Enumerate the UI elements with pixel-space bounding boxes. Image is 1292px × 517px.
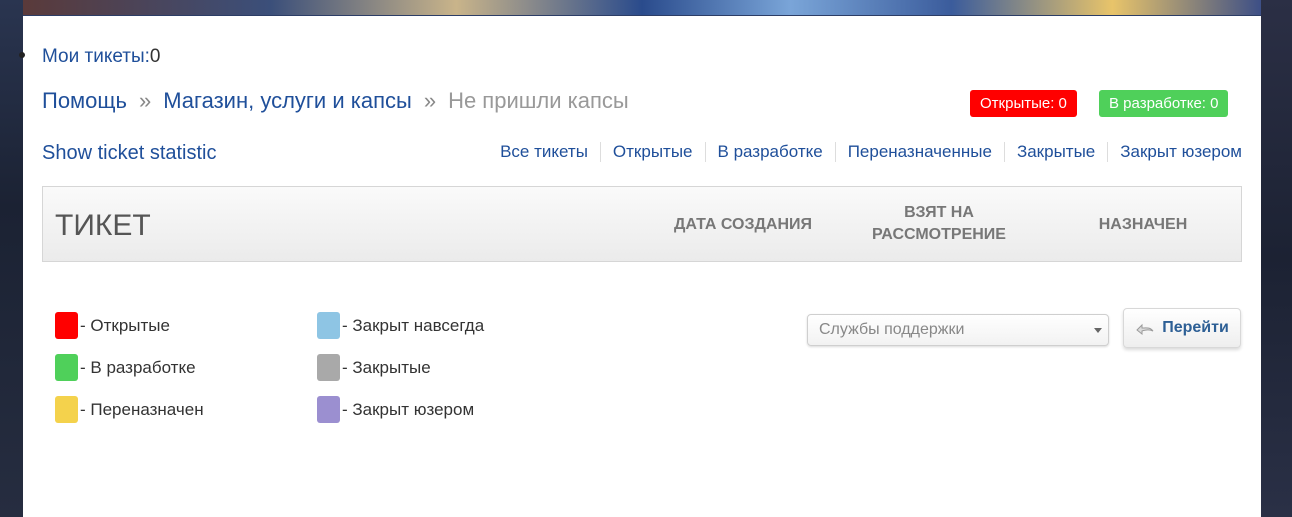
legend-swatch (55, 396, 78, 423)
legend-item-open: - Открытые (55, 312, 170, 339)
open-count-badge: Открытые: 0 (970, 90, 1077, 117)
list-bullet (19, 52, 25, 58)
support-service-select[interactable]: Службы поддержки (807, 314, 1109, 346)
header-banner-image (23, 0, 1261, 16)
breadcrumb-item-help[interactable]: Помощь (42, 88, 127, 113)
legend-label: - Открытые (80, 315, 170, 335)
breadcrumb: Помощь » Магазин, услуги и капсы » Не пришли… (42, 88, 629, 114)
return-arrow-icon (1136, 323, 1154, 335)
column-ticket: ТИКЕТ (55, 209, 151, 242)
filter-closed[interactable]: Закрытые (1003, 142, 1107, 162)
filter-reassigned[interactable]: Переназначенные (834, 142, 1004, 162)
breadcrumb-separator: » (423, 88, 437, 113)
background-right (1261, 0, 1292, 517)
chevron-down-icon (1094, 328, 1102, 333)
legend-item-in-dev: - В разработке (55, 354, 196, 381)
legend-swatch (317, 354, 340, 381)
column-created-date: ДАТА СОЗДАНИЯ (673, 216, 813, 233)
breadcrumb-separator: » (138, 88, 152, 113)
filter-all[interactable]: Все тикеты (488, 142, 600, 162)
legend-item-closed-by-user: - Закрыт юзером (317, 396, 474, 423)
legend-label: - В разработке (80, 357, 196, 377)
legend-label: - Закрыт навсегда (342, 315, 485, 335)
legend-label: - Переназначен (80, 399, 204, 419)
go-button-label: Перейти (1162, 319, 1229, 336)
legend-label: - Закрытые (342, 357, 431, 377)
tickets-table-header: ТИКЕТ ДАТА СОЗДАНИЯ ВЗЯТ НА РАССМОТРЕНИЕ… (42, 186, 1242, 262)
legend-item-closed-forever: - Закрыт навсегда (317, 312, 484, 339)
in-dev-count-badge: В разработке: 0 (1099, 90, 1229, 117)
legend-swatch (55, 354, 78, 381)
my-tickets-count: 0 (149, 46, 161, 67)
show-ticket-statistic-link[interactable]: Show ticket statistic (42, 142, 217, 165)
legend-label: - Закрыт юзером (342, 399, 475, 419)
filter-in-dev[interactable]: В разработке (704, 142, 835, 162)
background-left (0, 0, 23, 517)
filter-closed-by-user[interactable]: Закрыт юзером (1107, 142, 1242, 162)
go-button[interactable]: Перейти (1123, 308, 1241, 348)
legend-item-closed: - Закрытые (317, 354, 431, 381)
column-taken-for-review: ВЗЯТ НА РАССМОТРЕНИЕ (872, 204, 1006, 243)
my-tickets-label: Мои тикеты: (42, 46, 150, 67)
breadcrumb-item-shop[interactable]: Магазин, услуги и капсы (163, 88, 412, 113)
my-tickets-link[interactable]: Мои тикеты:0 (42, 46, 161, 68)
legend-swatch (317, 312, 340, 339)
legend-swatch (317, 396, 340, 423)
filter-open[interactable]: Открытые (599, 142, 705, 162)
breadcrumb-current: Не пришли капсы (448, 88, 629, 113)
legend-swatch (55, 312, 78, 339)
select-value: Службы поддержки (819, 321, 965, 338)
legend-item-reassigned: - Переназначен (55, 396, 204, 423)
column-assigned: НАЗНАЧЕН (1098, 216, 1188, 233)
ticket-filter-nav: Все тикеты Открытые В разработке Переназ… (488, 142, 1242, 162)
